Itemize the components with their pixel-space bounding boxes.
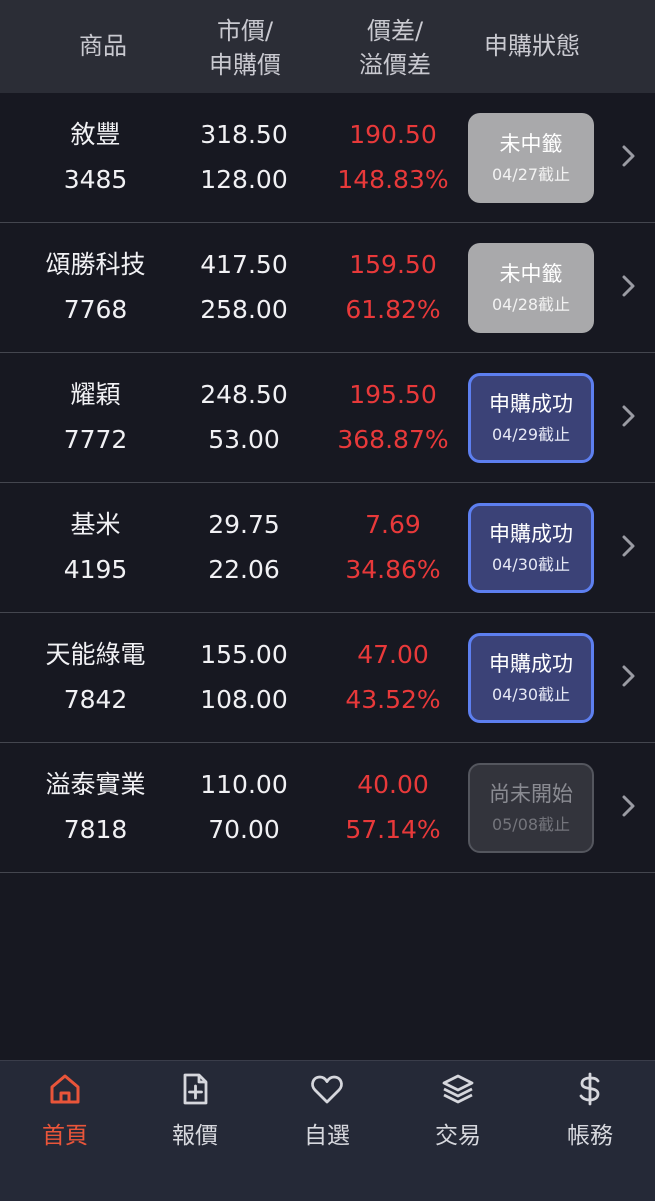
price-diff: 159.50	[349, 250, 437, 279]
market-price: 417.50	[200, 250, 288, 279]
premium-percent: 43.52%	[345, 685, 441, 714]
list-item[interactable]: 溢泰實業 7818 110.00 70.00 40.00 57.14% 尚未開始…	[0, 743, 655, 873]
tab-account[interactable]: 帳務	[540, 1071, 640, 1161]
status-label: 申購成功	[489, 392, 573, 416]
market-price: 110.00	[200, 770, 288, 799]
stock-name: 天能綠電	[45, 640, 146, 669]
price-diff: 190.50	[349, 120, 437, 149]
price-diff: 195.50	[349, 380, 437, 409]
chevron-right-icon[interactable]	[620, 661, 638, 691]
market-price: 29.75	[208, 510, 280, 539]
status-badge[interactable]: 申購成功 04/30截止	[468, 633, 594, 723]
stock-code: 7818	[63, 815, 128, 844]
dollar-icon	[579, 1072, 600, 1106]
heart-icon	[311, 1075, 343, 1104]
stock-name: 基米	[70, 510, 121, 539]
premium-percent: 61.82%	[345, 295, 441, 324]
stock-code: 7772	[63, 425, 128, 454]
ipo-list: 敘豐 3485 318.50 128.00 190.50 148.83% 未中籤…	[0, 93, 655, 873]
status-deadline: 04/30截止	[491, 685, 571, 704]
header-status: 申購狀態	[484, 32, 580, 60]
status-deadline: 05/08截止	[491, 815, 571, 834]
document-plus-icon	[183, 1073, 208, 1105]
status-deadline: 04/27截止	[491, 165, 571, 184]
subscription-price: 128.00	[200, 165, 288, 194]
status-label: 未中籤	[499, 132, 563, 156]
header-product: 商品	[79, 32, 127, 60]
home-icon	[50, 1074, 80, 1104]
premium-percent: 57.14%	[345, 815, 441, 844]
status-deadline: 04/28截止	[491, 295, 571, 314]
header-price-line2: 申購價	[209, 51, 281, 79]
tab-trade[interactable]: 交易	[408, 1071, 508, 1161]
status-badge[interactable]: 申購成功 04/30截止	[468, 503, 594, 593]
subscription-price: 70.00	[208, 815, 280, 844]
tab-label: 報價	[172, 1123, 218, 1149]
tab-watchlist[interactable]: 自選	[277, 1071, 377, 1161]
list-item[interactable]: 頌勝科技 7768 417.50 258.00 159.50 61.82% 未中…	[0, 223, 655, 353]
header-price-line1: 市價/	[216, 17, 274, 45]
header-price: 市價/ 申購價	[180, 14, 310, 82]
subscription-price: 108.00	[200, 685, 288, 714]
subscription-price: 53.00	[208, 425, 280, 454]
status-label: 申購成功	[489, 652, 573, 676]
header-diff-line1: 價差/	[366, 17, 424, 45]
status-badge[interactable]: 申購成功 04/29截止	[468, 373, 594, 463]
tab-quote[interactable]: 報價	[145, 1071, 245, 1161]
list-item[interactable]: 天能綠電 7842 155.00 108.00 47.00 43.52% 申購成…	[0, 613, 655, 743]
chevron-right-icon[interactable]	[620, 531, 638, 561]
header-diff: 價差/ 溢價差	[330, 14, 460, 82]
stock-name: 敘豐	[70, 120, 121, 149]
header-diff-line2: 溢價差	[359, 51, 431, 79]
table-header: 商品 市價/ 申購價 價差/ 溢價差 申購狀態	[0, 0, 655, 93]
premium-percent: 148.83%	[337, 165, 449, 194]
premium-percent: 368.87%	[337, 425, 449, 454]
status-deadline: 04/29截止	[491, 425, 571, 444]
status-label: 尚未開始	[489, 782, 573, 806]
market-price: 318.50	[200, 120, 288, 149]
market-price: 155.00	[200, 640, 288, 669]
tab-home[interactable]: 首頁	[15, 1071, 115, 1161]
list-item[interactable]: 敘豐 3485 318.50 128.00 190.50 148.83% 未中籤…	[0, 93, 655, 223]
market-price: 248.50	[200, 380, 288, 409]
status-label: 未中籤	[499, 262, 563, 286]
stock-name: 耀穎	[70, 380, 121, 409]
layers-icon	[442, 1074, 474, 1104]
status-badge[interactable]: 尚未開始 05/08截止	[468, 763, 594, 853]
list-item[interactable]: 基米 4195 29.75 22.06 7.69 34.86% 申購成功 04/…	[0, 483, 655, 613]
stock-code: 4195	[63, 555, 128, 584]
price-diff: 40.00	[357, 770, 429, 799]
stock-code: 7768	[63, 295, 128, 324]
subscription-price: 22.06	[208, 555, 280, 584]
stock-code: 3485	[63, 165, 128, 194]
bottom-tab-bar: 首頁 報價 自選 交易 帳務	[0, 1060, 655, 1201]
subscription-price: 258.00	[200, 295, 288, 324]
chevron-right-icon[interactable]	[620, 401, 638, 431]
premium-percent: 34.86%	[345, 555, 441, 584]
tab-label: 自選	[304, 1123, 350, 1149]
stock-name: 溢泰實業	[45, 770, 146, 799]
status-badge[interactable]: 未中籤 04/28截止	[468, 243, 594, 333]
list-item[interactable]: 耀穎 7772 248.50 53.00 195.50 368.87% 申購成功…	[0, 353, 655, 483]
stock-name: 頌勝科技	[45, 250, 146, 279]
chevron-right-icon[interactable]	[620, 271, 638, 301]
stock-code: 7842	[63, 685, 128, 714]
tab-label: 帳務	[567, 1123, 613, 1149]
price-diff: 7.69	[365, 510, 421, 539]
tab-label: 交易	[435, 1123, 481, 1149]
price-diff: 47.00	[357, 640, 429, 669]
status-badge[interactable]: 未中籤 04/27截止	[468, 113, 594, 203]
status-label: 申購成功	[489, 522, 573, 546]
chevron-right-icon[interactable]	[620, 791, 638, 821]
chevron-right-icon[interactable]	[620, 141, 638, 171]
tab-label: 首頁	[42, 1123, 88, 1149]
status-deadline: 04/30截止	[491, 555, 571, 574]
